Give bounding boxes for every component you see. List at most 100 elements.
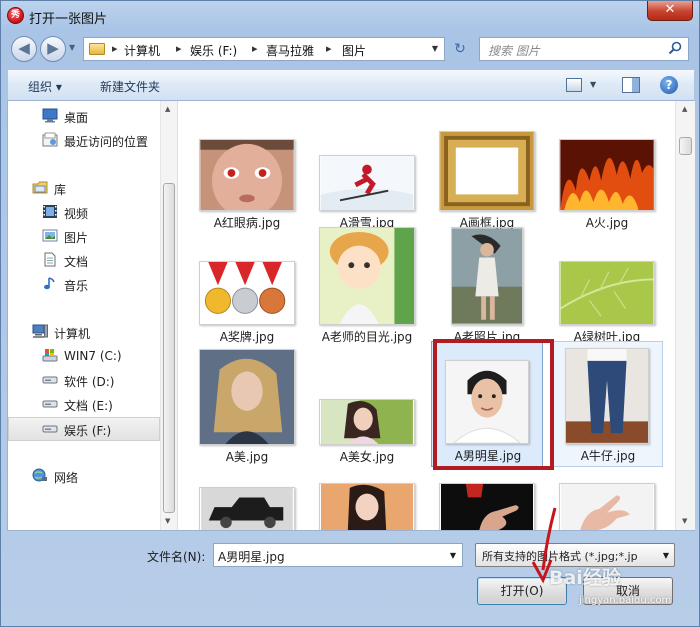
drive-icon xyxy=(42,425,58,433)
back-button[interactable]: ◀ xyxy=(11,36,37,62)
file-item-green-leaf[interactable]: A绿树叶.jpg xyxy=(551,221,663,347)
sidebar-scrollbar[interactable]: ▲ ▼ xyxy=(160,101,177,530)
breadcrumb-separator-icon[interactable]: ▸ xyxy=(252,42,258,55)
cancel-button[interactable]: 取消 xyxy=(583,577,673,605)
video-icon xyxy=(43,205,57,218)
address-bar[interactable]: ▸ 计算机 ▸ 娱乐 (F:) ▸ 喜马拉雅 ▸ 图片 ▼ xyxy=(83,37,445,61)
file-list-scrollbar[interactable]: ▲ ▼ xyxy=(675,101,695,530)
desktop-icon xyxy=(42,108,58,123)
view-options-dropdown-icon[interactable]: ▼ xyxy=(590,80,596,89)
drive-c-icon xyxy=(42,349,58,362)
photo-thumbnail xyxy=(559,139,655,211)
file-item-jeans[interactable]: A牛仔.jpg xyxy=(551,341,663,467)
sidebar-item-label: 音乐 xyxy=(64,279,89,293)
car-photo-thumbnail xyxy=(199,487,295,530)
scroll-up-icon[interactable]: ▲ xyxy=(682,105,687,113)
photo-thumbnail xyxy=(319,399,415,445)
file-item-skiing[interactable]: A滑雪.jpg xyxy=(311,107,423,233)
photo-thumbnail xyxy=(199,139,295,211)
sidebar-item-music[interactable]: 音乐 xyxy=(8,273,160,297)
command-toolbar: 组织 ▾ 新建文件夹 ▼ ? xyxy=(7,69,695,101)
sidebar-item-label: 网络 xyxy=(54,471,79,485)
sidebar-item-label: 视频 xyxy=(64,207,89,221)
sidebar-item-drive-d[interactable]: 软件 (D:) xyxy=(8,369,160,393)
navigation-pane: 桌面 最近访问的位置 库 视频 图片 文档 音乐 计算机 WIN7 (C:) 软… xyxy=(8,101,178,530)
photo-thumbnail xyxy=(199,349,295,445)
sidebar-item-label: WIN7 (C:) xyxy=(64,349,122,363)
breadcrumb-computer[interactable]: 计算机 xyxy=(124,42,160,59)
file-item-beauty[interactable]: A美.jpg xyxy=(191,341,303,467)
change-view-icon[interactable] xyxy=(566,78,582,92)
photo-thumbnail xyxy=(565,348,649,444)
sidebar-item-network[interactable]: 网络 xyxy=(8,465,160,489)
close-button[interactable]: ✕ xyxy=(647,1,693,21)
scroll-down-icon[interactable]: ▼ xyxy=(682,517,687,525)
search-placeholder: 搜索 图片 xyxy=(488,44,540,58)
hand-photo-thumbnail xyxy=(439,483,535,530)
search-input[interactable]: 搜索 图片 xyxy=(479,37,689,61)
sidebar-item-drive-c[interactable]: WIN7 (C:) xyxy=(8,345,160,369)
sidebar-item-drive-e[interactable]: 文档 (E:) xyxy=(8,393,160,417)
address-dropdown-icon[interactable]: ▼ xyxy=(432,44,438,53)
sidebar-item-video[interactable]: 视频 xyxy=(8,201,160,225)
file-item-partial[interactable] xyxy=(431,483,543,530)
sidebar-item-label: 文档 xyxy=(64,255,89,269)
sidebar-item-label: 娱乐 (F:) xyxy=(64,424,112,438)
photo-thumbnail xyxy=(319,227,415,325)
file-item-male-star[interactable]: A男明星.jpg xyxy=(431,341,543,467)
file-item-beauty-girl[interactable]: A美女.jpg xyxy=(311,341,423,467)
sidebar-item-documents[interactable]: 文档 xyxy=(8,249,160,273)
app-logo-icon: 秀 xyxy=(7,7,24,24)
file-item-red-eye[interactable]: A红眼病.jpg xyxy=(191,107,303,233)
file-item-partial[interactable] xyxy=(311,483,423,530)
network-icon xyxy=(32,468,47,482)
sidebar-item-recent-places[interactable]: 最近访问的位置 xyxy=(8,129,160,153)
sidebar-item-desktop[interactable]: 桌面 xyxy=(8,105,160,129)
photo-thumbnail xyxy=(439,131,535,211)
organize-menu-button[interactable]: 组织 ▾ xyxy=(28,78,62,95)
sidebar-item-label: 计算机 xyxy=(54,327,91,341)
scroll-up-icon[interactable]: ▲ xyxy=(165,105,170,113)
file-type-dropdown-icon[interactable]: ▼ xyxy=(663,551,669,560)
help-icon[interactable]: ? xyxy=(660,76,678,94)
sidebar-item-library[interactable]: 库 xyxy=(8,177,160,201)
file-item-frame[interactable]: A画框.jpg xyxy=(431,107,543,233)
filename-dropdown-icon[interactable]: ▼ xyxy=(450,551,456,560)
sidebar-item-drive-f[interactable]: 娱乐 (F:) xyxy=(8,417,160,441)
breadcrumb-drive-f[interactable]: 娱乐 (F:) xyxy=(190,42,237,59)
preview-pane-icon[interactable] xyxy=(622,77,640,93)
title-bar: 秀 打开一张图片 ✕ xyxy=(1,1,699,31)
sidebar-item-computer[interactable]: 计算机 xyxy=(8,321,160,345)
file-item-old-photo[interactable]: A老照片.jpg xyxy=(431,221,543,347)
photo-thumbnail xyxy=(451,227,523,325)
sidebar-item-pictures[interactable]: 图片 xyxy=(8,225,160,249)
open-button[interactable]: 打开(O) xyxy=(477,577,567,605)
file-item-partial[interactable] xyxy=(191,483,303,530)
forward-button[interactable]: ▶ xyxy=(40,36,66,62)
file-item-medals[interactable]: A奖牌.jpg xyxy=(191,221,303,347)
file-item-partial[interactable] xyxy=(551,483,663,530)
file-name: A牛仔.jpg xyxy=(580,449,636,463)
file-item-teacher-gaze[interactable]: A老师的目光.jpg xyxy=(311,221,423,347)
new-folder-button[interactable]: 新建文件夹 xyxy=(100,78,160,95)
recent-pages-dropdown-icon[interactable]: ▼ xyxy=(69,43,75,52)
sidebar-scroll-thumb[interactable] xyxy=(163,183,175,513)
photo-thumbnail xyxy=(199,261,295,325)
refresh-button[interactable]: ↻ xyxy=(449,40,471,60)
file-list-scroll-thumb[interactable] xyxy=(679,137,692,155)
scroll-down-icon[interactable]: ▼ xyxy=(165,517,170,525)
breadcrumb-separator-icon[interactable]: ▸ xyxy=(112,42,118,55)
sidebar-item-label: 图片 xyxy=(64,231,89,245)
breadcrumb-pictures[interactable]: 图片 xyxy=(342,42,366,59)
pictures-icon xyxy=(42,229,58,242)
breadcrumb-separator-icon[interactable]: ▸ xyxy=(326,42,332,55)
search-icon[interactable] xyxy=(668,41,682,55)
filename-input[interactable]: A男明星.jpg ▼ xyxy=(213,543,463,567)
breadcrumb-himalaya[interactable]: 喜马拉雅 xyxy=(266,42,314,59)
file-item-fire[interactable]: A火.jpg xyxy=(551,107,663,233)
library-icon xyxy=(32,181,48,194)
breadcrumb-separator-icon[interactable]: ▸ xyxy=(176,42,182,55)
file-type-select[interactable]: 所有支持的图片格式 (*.jpg;*.jp ▼ xyxy=(475,543,675,567)
hands-photo-thumbnail xyxy=(559,483,655,530)
dialog-footer: 文件名(N): A男明星.jpg ▼ 所有支持的图片格式 (*.jpg;*.jp… xyxy=(1,532,699,627)
